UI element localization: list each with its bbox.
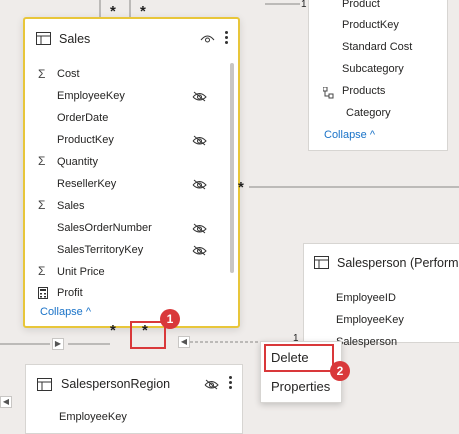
salespersonregion-table-card[interactable]: SalespersonRegion EmployeeKey <box>25 364 243 434</box>
product-one-marker: 1 <box>301 0 307 10</box>
callout-1-badge: 1 <box>160 309 180 329</box>
salesperson-field[interactable]: Salesperson <box>336 336 397 348</box>
subcategory-field[interactable]: Subcategory <box>342 63 404 75</box>
sigma-icon: Σ <box>38 198 46 212</box>
salesperson-table-card[interactable]: Salesperson (Perform EmployeeID Employee… <box>303 243 459 348</box>
arrow-left-icon[interactable]: ◀ <box>178 336 190 348</box>
eye-slash-icon[interactable] <box>204 379 219 390</box>
profit-field[interactable]: Profit <box>57 287 83 299</box>
productkey-field[interactable]: ProductKey <box>342 19 399 31</box>
sigma-icon: Σ <box>38 67 46 81</box>
eye-slash-icon[interactable] <box>192 135 207 146</box>
many-marker: * <box>140 3 146 20</box>
many-marker: * <box>110 322 116 339</box>
products-hierarchy-field[interactable]: Products <box>342 85 385 97</box>
employeekey-field[interactable]: EmployeeKey <box>336 314 404 326</box>
sales-field[interactable]: Sales <box>57 200 85 212</box>
eye-slash-icon[interactable] <box>192 179 207 190</box>
calculator-icon <box>38 287 48 299</box>
cost-field[interactable]: Cost <box>57 68 80 80</box>
more-options-icon[interactable] <box>225 31 229 46</box>
arrow-right-icon[interactable]: ▶ <box>52 338 64 350</box>
salespersonregion-table-title: SalespersonRegion <box>61 377 171 391</box>
table-icon <box>314 256 329 269</box>
employeeid-field[interactable]: EmployeeID <box>336 292 396 304</box>
salesterritorykey-field[interactable]: SalesTerritoryKey <box>57 244 143 256</box>
sales-scrollbar[interactable] <box>230 63 234 273</box>
hierarchy-icon <box>323 87 334 99</box>
many-marker-highlight <box>130 321 166 349</box>
table-icon <box>36 32 51 45</box>
many-marker: * <box>238 179 244 196</box>
employeekey-field[interactable]: EmployeeKey <box>59 411 127 423</box>
chevron-up-icon: ^ <box>82 306 92 318</box>
many-marker: * <box>110 3 116 20</box>
arrow-left-icon[interactable]: ◀ <box>0 396 12 408</box>
category-field[interactable]: Category <box>346 107 391 119</box>
table-icon <box>37 378 52 391</box>
callout-2-badge: 2 <box>330 361 350 381</box>
eye-icon[interactable] <box>200 34 215 44</box>
unit-price-field[interactable]: Unit Price <box>57 266 105 278</box>
properties-menu-item[interactable]: Properties <box>271 379 330 394</box>
sigma-icon: Σ <box>38 154 46 168</box>
salesordernumber-field[interactable]: SalesOrderNumber <box>57 222 152 234</box>
chevron-up-icon: ^ <box>366 129 376 141</box>
sales-table-card[interactable]: Sales Σ Cost EmployeeKey OrderDate Produ… <box>23 17 240 328</box>
product-collapse-link[interactable]: Collapse ^ <box>324 129 375 141</box>
eye-slash-icon[interactable] <box>192 91 207 102</box>
sales-collapse-link[interactable]: Collapse ^ <box>40 306 91 318</box>
product-table-card[interactable]: Product ProductKey Standard Cost Subcate… <box>308 0 448 151</box>
eye-slash-icon[interactable] <box>192 245 207 256</box>
quantity-field[interactable]: Quantity <box>57 156 98 168</box>
productkey-field[interactable]: ProductKey <box>57 134 114 146</box>
eye-slash-icon[interactable] <box>192 223 207 234</box>
sigma-icon: Σ <box>38 264 46 278</box>
delete-highlight <box>264 344 334 372</box>
sales-table-title: Sales <box>59 32 91 46</box>
resellerkey-field[interactable]: ResellerKey <box>57 178 116 190</box>
salesperson-table-title: Salesperson (Perform <box>337 256 459 270</box>
standard-cost-field[interactable]: Standard Cost <box>342 41 412 53</box>
more-options-icon[interactable] <box>229 376 233 391</box>
product-field[interactable]: Product <box>342 0 380 10</box>
employeekey-field[interactable]: EmployeeKey <box>57 90 125 102</box>
orderdate-field[interactable]: OrderDate <box>57 112 108 124</box>
